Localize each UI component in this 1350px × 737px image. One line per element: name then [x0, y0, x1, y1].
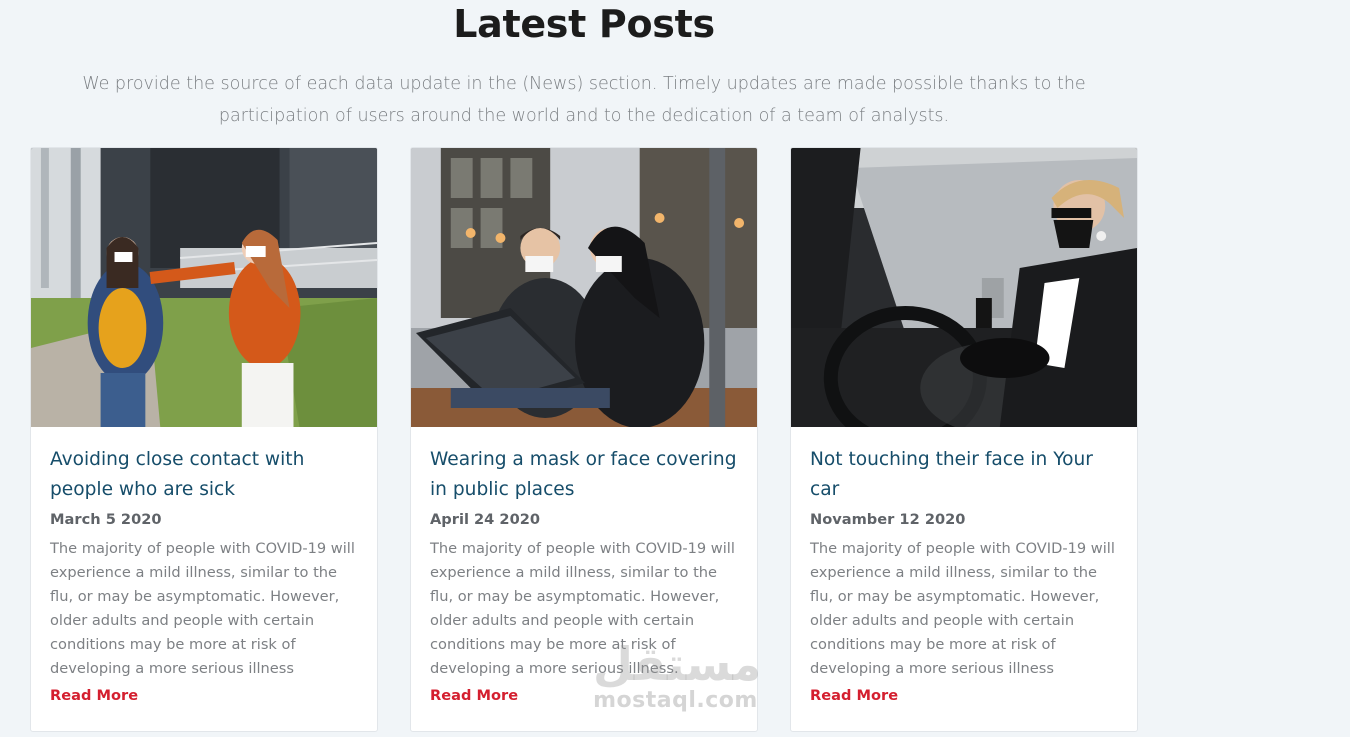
post-card-1: Avoiding close contact with people who a…	[30, 147, 378, 732]
read-more-link[interactable]: Read More	[50, 687, 138, 704]
post-date: March 5 2020	[50, 511, 162, 528]
post-title[interactable]: Wearing a mask or face covering in publi…	[430, 445, 737, 505]
post-excerpt: The majority of people with COVID-19 wil…	[810, 540, 1115, 677]
post-date: April 24 2020	[430, 511, 541, 528]
post-card-2: Wearing a mask or face covering in publi…	[410, 147, 758, 732]
post-excerpt: The majority of people with COVID-19 wil…	[50, 540, 355, 677]
post-image-woman-sanitizing-car[interactable]	[791, 148, 1137, 427]
post-card-3: Not touching their face in Your car Nova…	[790, 147, 1138, 732]
post-title[interactable]: Not touching their face in Your car	[810, 445, 1117, 505]
post-date: Novamber 12 2020	[810, 511, 966, 528]
read-more-link[interactable]: Read More	[810, 687, 898, 704]
post-excerpt: The majority of people with COVID-19 wil…	[430, 540, 735, 677]
post-image-friends-elbow-bump[interactable]	[31, 148, 377, 427]
section-intro: We provide the source of each data updat…	[82, 74, 1086, 126]
post-title[interactable]: Avoiding close contact with people who a…	[50, 445, 357, 505]
section-title: Latest Posts	[453, 2, 715, 46]
post-image-masked-couple-laptop[interactable]	[411, 148, 757, 427]
read-more-link[interactable]: Read More	[430, 687, 518, 704]
